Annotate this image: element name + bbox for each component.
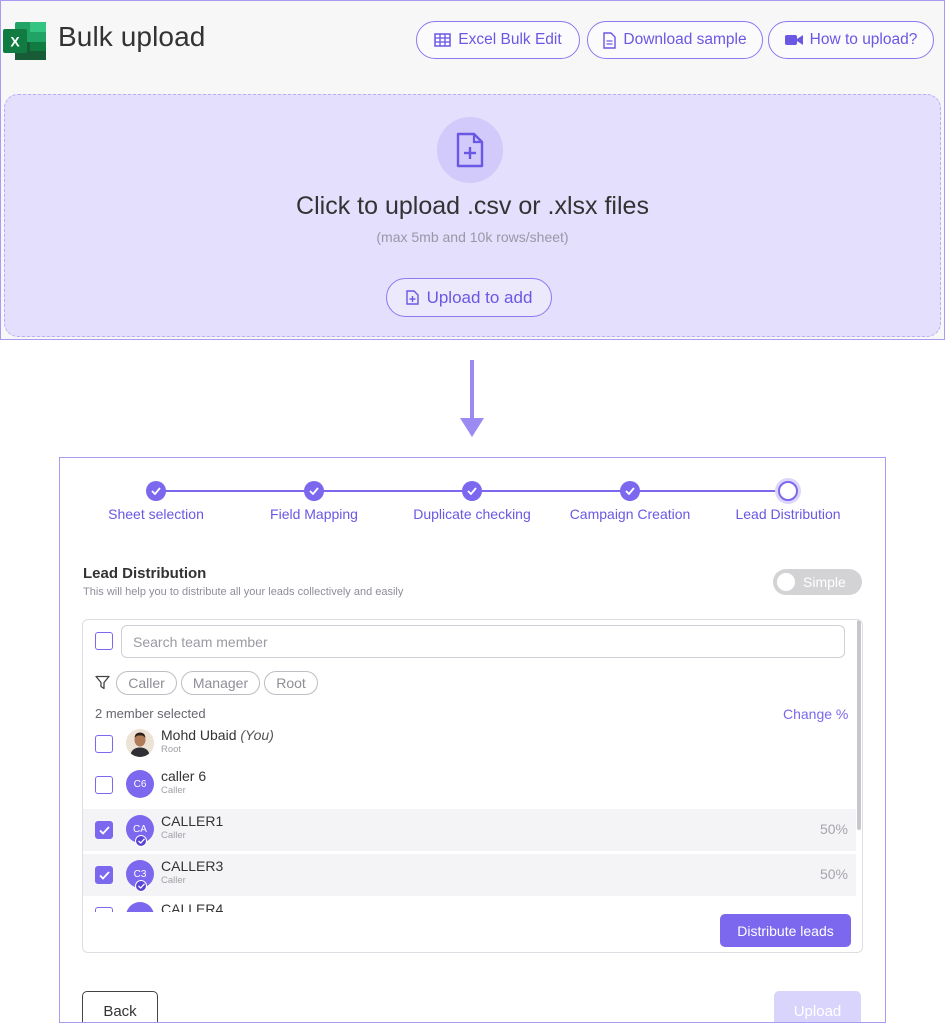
selected-count: 2 member selected	[95, 706, 206, 721]
section-title: Lead Distribution	[83, 565, 207, 582]
distribution-mode-toggle[interactable]: Simple	[773, 569, 862, 595]
step-sheet-selection-dot	[146, 481, 166, 501]
lead-distribution-panel: Sheet selection Field Mapping Duplicate …	[59, 457, 886, 1023]
check-icon	[98, 825, 110, 835]
how-to-upload-label: How to upload?	[809, 31, 918, 48]
arrow-down-icon	[460, 360, 484, 437]
search-team-member-input[interactable]	[121, 625, 845, 658]
member-name: CALLER4	[161, 901, 224, 912]
step-label[interactable]: Field Mapping	[270, 506, 358, 522]
step-label[interactable]: Sheet selection	[108, 506, 204, 522]
member-percent: 50%	[819, 821, 848, 837]
document-icon	[603, 31, 617, 49]
member-checkbox[interactable]	[95, 735, 113, 753]
member-name: CALLER3	[161, 858, 224, 874]
member-role: Caller	[161, 875, 186, 886]
check-icon	[625, 487, 635, 495]
member-row[interactable]: CALLER4	[83, 899, 856, 912]
select-all-checkbox[interactable]	[95, 632, 113, 650]
step-campaign-creation-dot	[620, 481, 640, 501]
check-icon	[309, 487, 319, 495]
member-name: Mohd Ubaid (You)	[161, 727, 274, 743]
team-member-list: Caller Manager Root 2 member selected Ch…	[82, 619, 863, 953]
toggle-knob	[777, 573, 795, 591]
member-row[interactable]: Mohd Ubaid (You) Root	[83, 723, 856, 765]
step-label[interactable]: Campaign Creation	[570, 506, 691, 522]
bulk-upload-panel: X Bulk upload Excel Bulk Edit Download s…	[0, 0, 945, 340]
dropzone-title: Click to upload .csv or .xlsx files	[296, 192, 649, 220]
step-lead-distribution-dot	[778, 481, 798, 501]
section-description: This will help you to distribute all you…	[83, 586, 404, 598]
video-camera-icon	[784, 35, 803, 45]
excel-bulk-edit-button[interactable]: Excel Bulk Edit	[416, 21, 580, 59]
member-row[interactable]: CA CALLER1 Caller 50%	[83, 809, 856, 851]
member-name: CALLER1	[161, 813, 224, 829]
distribute-leads-button[interactable]: Distribute leads	[720, 914, 851, 947]
member-role: Caller	[161, 785, 186, 796]
download-sample-button[interactable]: Download sample	[587, 21, 763, 59]
step-label[interactable]: Lead Distribution	[735, 506, 840, 522]
how-to-upload-button[interactable]: How to upload?	[768, 21, 934, 59]
user-photo-icon	[126, 729, 154, 757]
excel-bulk-edit-label: Excel Bulk Edit	[458, 31, 562, 48]
table-icon	[434, 33, 452, 47]
step-duplicate-checking-dot	[462, 481, 482, 501]
member-row[interactable]: C3 CALLER3 Caller 50%	[83, 854, 856, 896]
back-button[interactable]: Back	[82, 991, 158, 1022]
member-name: caller 6	[161, 768, 207, 784]
member-checkbox[interactable]	[95, 907, 113, 912]
file-add-icon	[456, 132, 484, 168]
toggle-label: Simple	[803, 574, 846, 590]
avatar	[126, 902, 154, 912]
member-checkbox[interactable]	[95, 776, 113, 794]
excel-logo-icon: X	[3, 22, 46, 60]
upload-icon-circle	[437, 117, 503, 183]
download-sample-label: Download sample	[623, 31, 747, 48]
member-checkbox-checked[interactable]	[95, 821, 113, 839]
check-icon	[137, 883, 145, 889]
change-percent-link[interactable]: Change %	[783, 706, 848, 722]
dropzone-subtitle: (max 5mb and 10k rows/sheet)	[376, 229, 569, 245]
member-checkbox-checked[interactable]	[95, 866, 113, 884]
upload-button[interactable]: Upload	[774, 991, 861, 1022]
upload-to-add-button[interactable]: Upload to add	[386, 278, 552, 317]
filter-icon[interactable]	[95, 675, 110, 690]
member-role: Caller	[161, 830, 186, 841]
avatar: C6	[126, 770, 154, 798]
step-label[interactable]: Duplicate checking	[413, 506, 531, 522]
check-icon	[467, 487, 477, 495]
filter-chip-caller[interactable]: Caller	[116, 671, 177, 695]
step-field-mapping-dot	[304, 481, 324, 501]
svg-text:X: X	[10, 34, 20, 50]
list-scrollbar[interactable]	[857, 620, 861, 830]
selected-badge-icon	[135, 880, 147, 892]
member-row[interactable]: C6 caller 6 Caller	[83, 764, 856, 806]
check-icon	[151, 487, 161, 495]
selected-badge-icon	[135, 835, 147, 847]
check-icon	[98, 870, 110, 880]
member-percent: 50%	[819, 866, 848, 882]
avatar	[126, 729, 154, 757]
filter-chip-root[interactable]: Root	[264, 671, 318, 695]
check-icon	[137, 838, 145, 844]
page-title: Bulk upload	[58, 21, 206, 52]
filter-chip-manager[interactable]: Manager	[181, 671, 260, 695]
file-plus-icon	[405, 290, 419, 305]
member-role: Root	[161, 744, 182, 755]
upload-dropzone[interactable]: Click to upload .csv or .xlsx files (max…	[4, 94, 941, 337]
upload-to-add-label: Upload to add	[426, 287, 533, 307]
